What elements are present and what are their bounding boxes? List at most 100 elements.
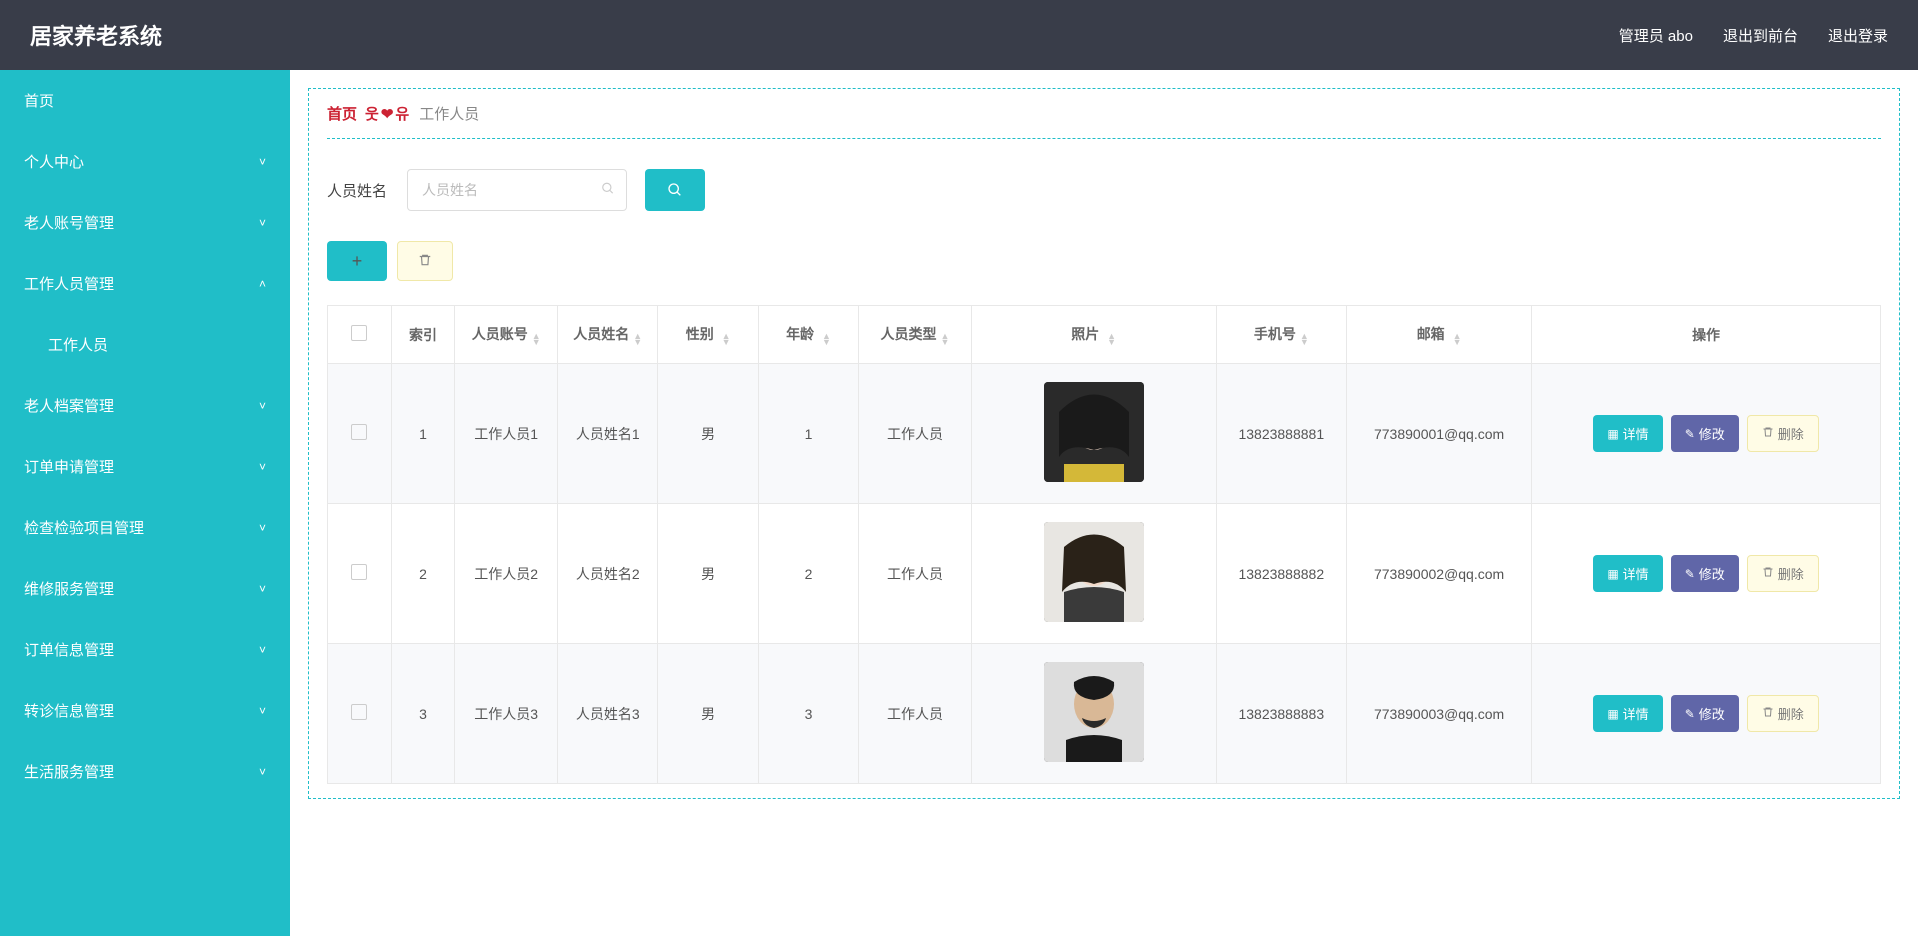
sidebar-item-label: 首页 (24, 90, 54, 111)
sidebar-item[interactable]: 工作人员管理 ˄ (0, 253, 290, 314)
cell-photo (971, 364, 1216, 504)
detail-icon: ▦ (1607, 707, 1618, 721)
logout-link[interactable]: 退出登录 (1828, 25, 1888, 46)
th-email[interactable]: 邮箱 ▲▼ (1347, 306, 1532, 364)
search-input[interactable] (407, 169, 627, 211)
chevron-down-icon: ˅ (259, 643, 266, 657)
th-index[interactable]: 索引 (391, 306, 455, 364)
table-header-row: 索引 人员账号▲▼ 人员姓名▲▼ 性别 ▲▼ 年龄 ▲▼ 人员类型▲▼ 照片 ▲… (328, 306, 1881, 364)
trash-icon (1762, 706, 1774, 721)
chevron-down-icon: ˅ (259, 765, 266, 779)
delete-button[interactable]: 删除 (1747, 555, 1819, 592)
search-button[interactable] (645, 169, 705, 211)
cell-type: 工作人员 (859, 504, 972, 644)
sidebar-item-label: 订单申请管理 (24, 456, 114, 477)
row-checkbox[interactable] (351, 704, 367, 720)
sort-icon: ▲▼ (940, 333, 949, 345)
sort-icon: ▲▼ (532, 333, 541, 345)
sidebar-item-label: 转诊信息管理 (24, 700, 114, 721)
cell-photo (971, 504, 1216, 644)
plus-icon: + (352, 251, 363, 272)
content-panel: 首页 웃❤유 工作人员 人员姓名 + (308, 88, 1900, 799)
th-type[interactable]: 人员类型▲▼ (859, 306, 972, 364)
delete-button[interactable]: 删除 (1747, 415, 1819, 452)
cell-email: 773890001@qq.com (1347, 364, 1532, 504)
delete-button[interactable]: 删除 (1747, 695, 1819, 732)
edit-button[interactable]: ✎ 修改 (1671, 415, 1739, 452)
sidebar-item-label: 老人档案管理 (24, 395, 114, 416)
cell-type: 工作人员 (859, 364, 972, 504)
sidebar-item[interactable]: 生活服务管理 ˅ (0, 741, 290, 802)
detail-icon: ▦ (1607, 567, 1618, 581)
sidebar-item[interactable]: 转诊信息管理 ˅ (0, 680, 290, 741)
avatar (1044, 662, 1144, 762)
chevron-up-icon: ˄ (259, 277, 266, 291)
to-front-link[interactable]: 退出到前台 (1723, 25, 1798, 46)
avatar (1044, 522, 1144, 622)
header: 居家养老系统 管理员 abo 退出到前台 退出登录 (0, 0, 1918, 70)
sidebar-item[interactable]: 检查检验项目管理 ˅ (0, 497, 290, 558)
th-name[interactable]: 人员姓名▲▼ (558, 306, 658, 364)
sidebar-item[interactable]: 个人中心˅ (0, 131, 290, 192)
sidebar-item-label: 个人中心 (24, 151, 84, 172)
chevron-down-icon: ˅ (259, 704, 266, 718)
sidebar-item[interactable]: 老人账号管理˅ (0, 192, 290, 253)
detail-button[interactable]: ▦ 详情 (1593, 695, 1662, 732)
cell-email: 773890003@qq.com (1347, 644, 1532, 784)
detail-button[interactable]: ▦ 详情 (1593, 555, 1662, 592)
cell-phone: 13823888882 (1216, 504, 1347, 644)
sidebar-item-label: 工作人员管理 (24, 273, 114, 294)
edit-icon: ✎ (1685, 707, 1695, 721)
cell-account: 工作人员3 (455, 644, 558, 784)
table-body: 1 工作人员1 人员姓名1 男 1 工作人员 13823888881 77389… (328, 364, 1881, 784)
table-row: 1 工作人员1 人员姓名1 男 1 工作人员 13823888881 77389… (328, 364, 1881, 504)
th-gender[interactable]: 性别 ▲▼ (658, 306, 758, 364)
sort-icon: ▲▼ (822, 333, 831, 345)
sidebar-item-label: 生活服务管理 (24, 761, 114, 782)
table-row: 3 工作人员3 人员姓名3 男 3 工作人员 13823888883 77389… (328, 644, 1881, 784)
cell-name: 人员姓名3 (558, 644, 658, 784)
row-checkbox[interactable] (351, 424, 367, 440)
avatar (1044, 382, 1144, 482)
detail-button[interactable]: ▦ 详情 (1593, 415, 1662, 452)
sort-icon: ▲▼ (1107, 333, 1116, 345)
select-all-checkbox[interactable] (351, 325, 367, 341)
trash-icon (1762, 566, 1774, 581)
sidebar-item-label: 检查检验项目管理 (24, 517, 144, 538)
th-phone[interactable]: 手机号▲▼ (1216, 306, 1347, 364)
cell-operations: ▦ 详情 ✎ 修改 删除 (1532, 504, 1881, 644)
admin-link[interactable]: 管理员 abo (1619, 25, 1693, 46)
sidebar-sub-item[interactable]: 工作人员 (0, 314, 290, 375)
th-photo[interactable]: 照片 ▲▼ (971, 306, 1216, 364)
breadcrumb-home[interactable]: 首页 (327, 103, 357, 124)
chevron-down-icon: ˅ (259, 521, 266, 535)
row-checkbox[interactable] (351, 564, 367, 580)
edit-button[interactable]: ✎ 修改 (1671, 695, 1739, 732)
cell-operations: ▦ 详情 ✎ 修改 删除 (1532, 364, 1881, 504)
cell-account: 工作人员2 (455, 504, 558, 644)
breadcrumb-separator: 웃❤유 (365, 103, 411, 124)
edit-button[interactable]: ✎ 修改 (1671, 555, 1739, 592)
sidebar-item[interactable]: 订单申请管理˅ (0, 436, 290, 497)
bulk-delete-button[interactable] (397, 241, 453, 281)
sidebar-item[interactable]: 维修服务管理˅ (0, 558, 290, 619)
sort-icon: ▲▼ (1453, 333, 1462, 345)
sidebar-item[interactable]: 首页 (0, 70, 290, 131)
main-content: 首页 웃❤유 工作人员 人员姓名 + (290, 70, 1918, 936)
add-button[interactable]: + (327, 241, 387, 281)
chevron-down-icon: ˅ (259, 216, 266, 230)
cell-index: 1 (391, 364, 455, 504)
cell-phone: 13823888883 (1216, 644, 1347, 784)
cell-index: 2 (391, 504, 455, 644)
sort-icon: ▲▼ (1300, 333, 1309, 345)
th-age[interactable]: 年龄 ▲▼ (758, 306, 858, 364)
cell-account: 工作人员1 (455, 364, 558, 504)
sidebar-item[interactable]: 订单信息管理˅ (0, 619, 290, 680)
chevron-down-icon: ˅ (259, 399, 266, 413)
edit-icon: ✎ (1685, 567, 1695, 581)
staff-table: 索引 人员账号▲▼ 人员姓名▲▼ 性别 ▲▼ 年龄 ▲▼ 人员类型▲▼ 照片 ▲… (327, 305, 1881, 784)
cell-operations: ▦ 详情 ✎ 修改 删除 (1532, 644, 1881, 784)
sidebar-item[interactable]: 老人档案管理 ˅ (0, 375, 290, 436)
th-account[interactable]: 人员账号▲▼ (455, 306, 558, 364)
sort-icon: ▲▼ (722, 333, 731, 345)
